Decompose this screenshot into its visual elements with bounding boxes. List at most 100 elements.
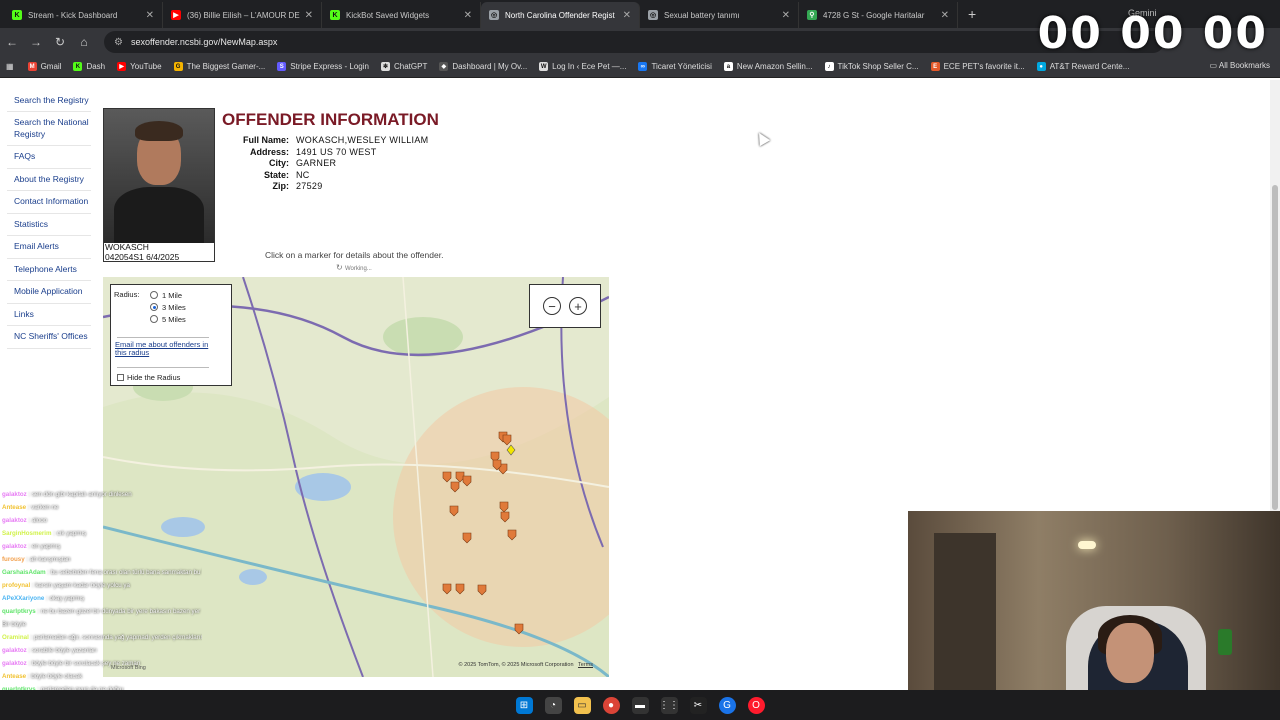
tab-kickbot[interactable]: K KickBot Saved Widgets ✕	[322, 2, 481, 28]
bookmark-amazon[interactable]: a New Amazon Sellin...	[723, 62, 813, 71]
sidebar-item-mobile-app[interactable]: Mobile Application	[7, 281, 91, 304]
hide-radius-option[interactable]: Hide the Radius	[117, 373, 180, 382]
terms-link[interactable]: Terms	[578, 662, 593, 668]
apps-icon[interactable]: ⋮⋮	[659, 696, 679, 714]
close-tab-icon[interactable]: ✕	[782, 10, 790, 21]
tab-youtube[interactable]: ▶ (36) Billie Eilish – L'AMOUR DE ✕	[163, 2, 322, 28]
offender-marker-icon[interactable]	[462, 532, 472, 544]
radius-option-3[interactable]: 3 Miles	[150, 301, 227, 313]
file-explorer-icon[interactable]: ▭	[573, 696, 591, 714]
bookmark-youtube[interactable]: ▶ YouTube	[117, 62, 162, 71]
address-bar[interactable]: ⚙ sexoffender.ncsbi.gov/NewMap.aspx	[104, 31, 1164, 53]
sidebar-item-national-registry[interactable]: Search the National Registry	[7, 112, 91, 147]
apps-icon[interactable]: ▦	[6, 62, 14, 71]
scrollbar-thumb[interactable]	[1272, 185, 1278, 510]
detail-label: Address:	[249, 146, 289, 157]
email-alert-link[interactable]: Email me about offenders in this radius	[115, 340, 215, 358]
chat-username[interactable]: furousy	[2, 556, 25, 563]
bookmark-ece-pet-login[interactable]: W Log In ‹ Ece Pet —...	[539, 62, 626, 71]
bookmark-stripe[interactable]: S Stripe Express - Login	[277, 62, 369, 71]
all-bookmarks-button[interactable]: ▭ All Bookmarks	[1210, 61, 1270, 70]
close-tab-icon[interactable]: ✕	[146, 10, 154, 21]
offender-marker-icon[interactable]	[499, 501, 509, 513]
chat-username[interactable]: Oraminal	[2, 634, 29, 641]
sidebar-item-contact[interactable]: Contact Information	[7, 191, 91, 214]
chat-username[interactable]: SarginHosmerim	[2, 530, 52, 537]
close-tab-icon[interactable]: ✕	[941, 10, 949, 21]
radio-button[interactable]	[150, 291, 158, 299]
sidebar-item-faqs[interactable]: FAQs	[7, 146, 91, 169]
chat-username[interactable]: quarlptkrys	[2, 608, 36, 615]
bookmark-att[interactable]: ● AT&T Reward Cente...	[1036, 62, 1130, 71]
offender-marker-icon[interactable]	[500, 511, 510, 523]
chat-username[interactable]: galaktoz	[2, 517, 27, 524]
chat-username[interactable]: galaktoz	[2, 660, 27, 667]
sidebar-item-telephone-alerts[interactable]: Telephone Alerts	[7, 259, 91, 282]
home-icon[interactable]: ⌂	[72, 35, 96, 49]
sidebar-item-sheriffs[interactable]: NC Sheriffs' Offices	[7, 326, 91, 349]
chat-username[interactable]: Antease	[2, 673, 26, 680]
bookmark-chatgpt[interactable]: ✻ ChatGPT	[380, 62, 427, 71]
bookmark-dash[interactable]: K Dash	[73, 62, 105, 71]
offender-marker-icon[interactable]	[507, 529, 517, 541]
radio-button[interactable]	[150, 315, 158, 323]
offender-marker-icon[interactable]	[477, 584, 487, 596]
chat-username[interactable]: galaktoz	[2, 543, 27, 550]
app-icon[interactable]: G	[718, 696, 736, 714]
offender-marker-icon[interactable]	[502, 434, 512, 446]
back-icon[interactable]: ←	[0, 35, 24, 49]
chrome-icon[interactable]: ●	[602, 696, 620, 714]
bookmark-ticaret[interactable]: ∞ Ticaret Yöneticisi	[638, 62, 712, 71]
tab-nc-offender-registry[interactable]: ◎ North Carolina Offender Regist ✕	[481, 2, 640, 28]
radio-button-selected[interactable]	[150, 303, 158, 311]
offender-marker-icon[interactable]	[450, 481, 460, 493]
bookmark-ece-pet[interactable]: E ECE PET's favorite it...	[930, 62, 1025, 71]
sidebar-item-links[interactable]: Links	[7, 304, 91, 327]
zoom-controls: − +	[529, 284, 601, 328]
chat-text: varken ne	[31, 504, 59, 511]
offender-marker-icon[interactable]	[442, 471, 452, 483]
chat-username[interactable]: APeXXariyone	[2, 595, 44, 602]
sidebar-item-email-alerts[interactable]: Email Alerts	[7, 236, 91, 259]
tab-kick-dashboard[interactable]: K Stream - Kick Dashboard ✕	[4, 2, 163, 28]
opera-icon[interactable]: O	[747, 696, 765, 714]
offender-marker-icon[interactable]	[449, 505, 459, 517]
offender-marker-icon[interactable]	[455, 583, 465, 595]
tab-google-maps[interactable]: ⚲ 4728 G St - Google Haritalar ✕	[799, 2, 958, 28]
close-tab-icon[interactable]: ✕	[623, 10, 631, 21]
site-info-icon[interactable]: ⚙	[114, 37, 123, 48]
sidebar-item-about[interactable]: About the Registry	[7, 169, 91, 192]
radius-option-5[interactable]: 5 Miles	[150, 313, 227, 325]
zoom-out-button[interactable]: −	[543, 297, 561, 315]
photo-caption: WOKASCH 042054S1 6/4/2025	[105, 242, 179, 263]
selected-offender-marker-icon[interactable]	[506, 444, 516, 456]
forward-icon[interactable]: →	[24, 35, 48, 49]
bookmark-gmail[interactable]: M Gmail	[27, 62, 61, 71]
chat-username[interactable]: Antease	[2, 504, 26, 511]
app-icon[interactable]: ◔	[544, 696, 562, 714]
bookmark-biggest-gamer[interactable]: G The Biggest Gamer-...	[173, 62, 265, 71]
sidebar-item-statistics[interactable]: Statistics	[7, 214, 91, 237]
chat-username[interactable]: GarshaisAdam	[2, 569, 46, 576]
bookmark-label: AT&T Reward Cente...	[1049, 62, 1130, 71]
offender-marker-icon[interactable]	[462, 475, 472, 487]
new-tab-button[interactable]: +	[968, 6, 976, 22]
chat-username[interactable]: galaktoz	[2, 491, 27, 498]
close-tab-icon[interactable]: ✕	[464, 10, 472, 21]
radius-option-1[interactable]: 1 Mile	[150, 289, 227, 301]
chat-username[interactable]: galaktoz	[2, 647, 27, 654]
reload-icon[interactable]: ↻	[48, 35, 72, 49]
hide-radius-checkbox[interactable]	[117, 374, 124, 381]
obs-icon[interactable]: ▬	[631, 696, 649, 714]
offender-marker-icon[interactable]	[442, 583, 452, 595]
tab-sexual-battery[interactable]: ◎ Sexual battery tanımı ✕	[640, 2, 799, 28]
zoom-in-button[interactable]: +	[569, 297, 587, 315]
offender-marker-icon[interactable]	[514, 623, 524, 635]
chat-username[interactable]: profoynal	[2, 582, 30, 589]
sidebar-item-search-registry[interactable]: Search the Registry	[7, 90, 91, 113]
bookmark-dashboard[interactable]: ◆ Dashboard | My Ov...	[439, 62, 527, 71]
bookmark-tiktok[interactable]: ♪ TikTok Shop Seller C...	[824, 62, 919, 71]
close-tab-icon[interactable]: ✕	[305, 10, 313, 21]
windows-start-icon[interactable]: ⊞	[515, 696, 533, 714]
capcut-icon[interactable]: ✂	[689, 696, 707, 714]
